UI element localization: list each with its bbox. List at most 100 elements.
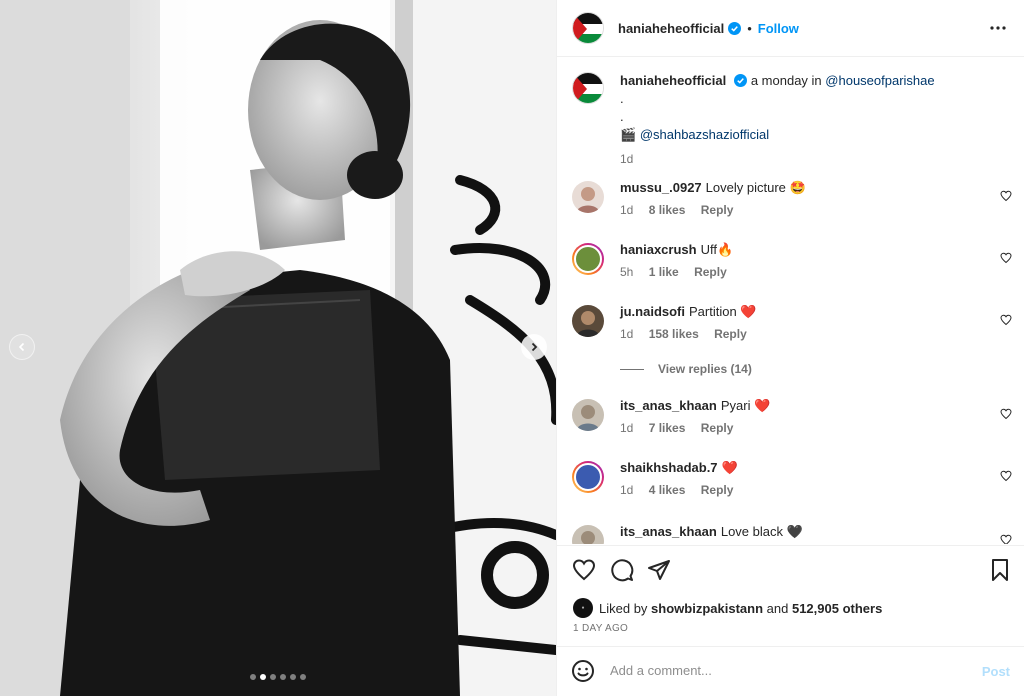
comment-username[interactable]: mussu_.0927 bbox=[620, 180, 702, 195]
chevron-right-icon bbox=[531, 342, 538, 352]
palestine-flag-icon bbox=[573, 13, 603, 43]
more-horizontal-icon bbox=[990, 26, 1006, 30]
comment-reply-button[interactable]: Reply bbox=[701, 483, 734, 497]
comment-username[interactable]: ju.naidsofi bbox=[620, 304, 685, 319]
post-actions-bar bbox=[557, 545, 1024, 595]
comment-icon[interactable] bbox=[610, 558, 634, 582]
comment-time[interactable]: 1d bbox=[620, 203, 633, 217]
carousel-dot[interactable] bbox=[250, 674, 256, 680]
caption-text: a monday in bbox=[750, 73, 822, 88]
caption-time[interactable]: 1d bbox=[620, 152, 633, 166]
comment-username[interactable]: shaikhshadab.7 bbox=[620, 460, 718, 475]
comment-text: Pyari ❤️ bbox=[720, 398, 771, 413]
palestine-flag-icon bbox=[573, 73, 603, 103]
carousel-dots bbox=[0, 674, 556, 680]
comment-time[interactable]: 1d bbox=[620, 421, 633, 435]
comment-reply-button[interactable]: Reply bbox=[714, 327, 747, 341]
comment-reply-button[interactable]: Reply bbox=[701, 203, 734, 217]
chevron-left-icon bbox=[18, 342, 25, 352]
commenter-avatar[interactable] bbox=[572, 181, 604, 213]
comment-item: its_anas_khaan Love black 🖤 bbox=[572, 523, 1012, 544]
heart-icon[interactable] bbox=[572, 558, 596, 582]
post-header: haniaheheofficial • Follow bbox=[557, 0, 1024, 57]
carousel-dot[interactable] bbox=[290, 674, 296, 680]
comment-time[interactable]: 1d bbox=[620, 327, 633, 341]
more-options-button[interactable] bbox=[988, 18, 1008, 38]
liked-by-user[interactable]: showbizpakistann bbox=[651, 601, 763, 616]
caption-credit-mention[interactable]: @shahbazshaziofficial bbox=[640, 127, 769, 142]
comment-reply-button[interactable]: Reply bbox=[694, 265, 727, 279]
comment-likes[interactable]: 8 likes bbox=[649, 203, 686, 217]
comment-username[interactable]: its_anas_khaan bbox=[620, 524, 717, 539]
commenter-avatar[interactable] bbox=[572, 461, 604, 493]
comment-likes[interactable]: 7 likes bbox=[649, 421, 686, 435]
commenter-avatar[interactable] bbox=[572, 243, 604, 275]
commenter-avatar[interactable] bbox=[572, 305, 604, 337]
author-username[interactable]: haniaheheofficial bbox=[618, 21, 724, 36]
post-modal: haniaheheofficial • Follow haniaheheoffi… bbox=[0, 0, 1024, 696]
comment-likes[interactable]: 1 like bbox=[649, 265, 679, 279]
post-media bbox=[0, 0, 556, 696]
comment-text: Uff🔥 bbox=[700, 242, 734, 257]
comments-list[interactable]: haniaheheofficial a monday in @houseofpa… bbox=[557, 57, 1024, 544]
author-avatar[interactable] bbox=[572, 72, 604, 104]
likes-count[interactable]: 512,905 others bbox=[792, 601, 882, 616]
comment-text: Love black 🖤 bbox=[720, 524, 803, 539]
send-icon[interactable] bbox=[647, 558, 671, 582]
comment-text: Partition ❤️ bbox=[689, 304, 757, 319]
comment-text: Lovely picture 🤩 bbox=[705, 180, 806, 195]
post-comment-button[interactable]: Post bbox=[982, 664, 1010, 679]
commenter-avatar[interactable] bbox=[572, 525, 604, 544]
caption-mention[interactable]: @houseofparishae bbox=[825, 73, 934, 88]
bookmark-icon[interactable] bbox=[988, 558, 1012, 582]
heart-icon[interactable] bbox=[1000, 408, 1012, 420]
likes-summary[interactable]: ● Liked by showbizpakistann and 512,905 … bbox=[573, 598, 882, 618]
view-replies-button[interactable]: View replies (14) bbox=[620, 362, 752, 376]
carousel-prev-button[interactable] bbox=[9, 334, 35, 360]
liked-by-prefix: Liked by bbox=[599, 600, 648, 616]
comment-username[interactable]: haniaxcrush bbox=[620, 242, 697, 257]
carousel-dot[interactable] bbox=[300, 674, 306, 680]
add-comment-bar: Post bbox=[557, 646, 1024, 696]
liked-by-and: and bbox=[766, 600, 789, 616]
post-time-ago[interactable]: 1 DAY AGO bbox=[573, 623, 628, 634]
comment-username[interactable]: its_anas_khaan bbox=[620, 398, 717, 413]
comment-item: its_anas_khaan Pyari ❤️ 1d 7 likes Reply bbox=[572, 397, 1012, 451]
caption-dot: . bbox=[620, 109, 624, 124]
heart-icon[interactable] bbox=[1000, 534, 1012, 544]
comment-item: shaikhshadab.7 ❤️ 1d 4 likes Reply bbox=[572, 459, 1012, 513]
add-comment-input[interactable] bbox=[610, 663, 950, 678]
comment-item: haniaxcrush Uff🔥 5h 1 like Reply bbox=[572, 241, 1012, 295]
clapperboard-icon: 🎬 bbox=[620, 127, 637, 142]
post-photo bbox=[0, 0, 556, 696]
comment-reply-button[interactable]: Reply bbox=[701, 421, 734, 435]
follow-button[interactable]: Follow bbox=[758, 21, 799, 36]
heart-icon[interactable] bbox=[1000, 470, 1012, 482]
verified-badge-icon bbox=[728, 21, 742, 35]
carousel-dot[interactable] bbox=[270, 674, 276, 680]
carousel-dot[interactable] bbox=[280, 674, 286, 680]
comment-time[interactable]: 1d bbox=[620, 483, 633, 497]
comment-text: ❤️ bbox=[721, 460, 738, 475]
comment-time[interactable]: 5h bbox=[620, 265, 633, 279]
caption-username[interactable]: haniaheheofficial bbox=[620, 73, 726, 88]
carousel-dot-active[interactable] bbox=[260, 674, 266, 680]
comment-likes[interactable]: 4 likes bbox=[649, 483, 686, 497]
replies-divider bbox=[620, 368, 644, 370]
comment-item: mussu_.0927 Lovely picture 🤩 1d 8 likes R… bbox=[572, 179, 1012, 233]
verified-badge-icon bbox=[734, 74, 748, 87]
heart-icon[interactable] bbox=[1000, 190, 1012, 202]
caption-dot: . bbox=[620, 91, 624, 106]
heart-icon[interactable] bbox=[1000, 314, 1012, 326]
view-replies-label: View replies (14) bbox=[658, 362, 752, 376]
comment-item: ju.naidsofi Partition ❤️ 1d 158 likes Rep… bbox=[572, 303, 1012, 357]
emoji-icon[interactable] bbox=[571, 659, 595, 683]
author-avatar[interactable] bbox=[572, 12, 604, 44]
comment-likes[interactable]: 158 likes bbox=[649, 327, 699, 341]
carousel-next-button[interactable] bbox=[521, 334, 547, 360]
heart-icon[interactable] bbox=[1000, 252, 1012, 264]
liker-avatar[interactable]: ● bbox=[573, 598, 593, 618]
post-side-panel: haniaheheofficial • Follow haniaheheoffi… bbox=[556, 0, 1024, 696]
commenter-avatar[interactable] bbox=[572, 399, 604, 431]
header-separator: • bbox=[747, 20, 752, 36]
